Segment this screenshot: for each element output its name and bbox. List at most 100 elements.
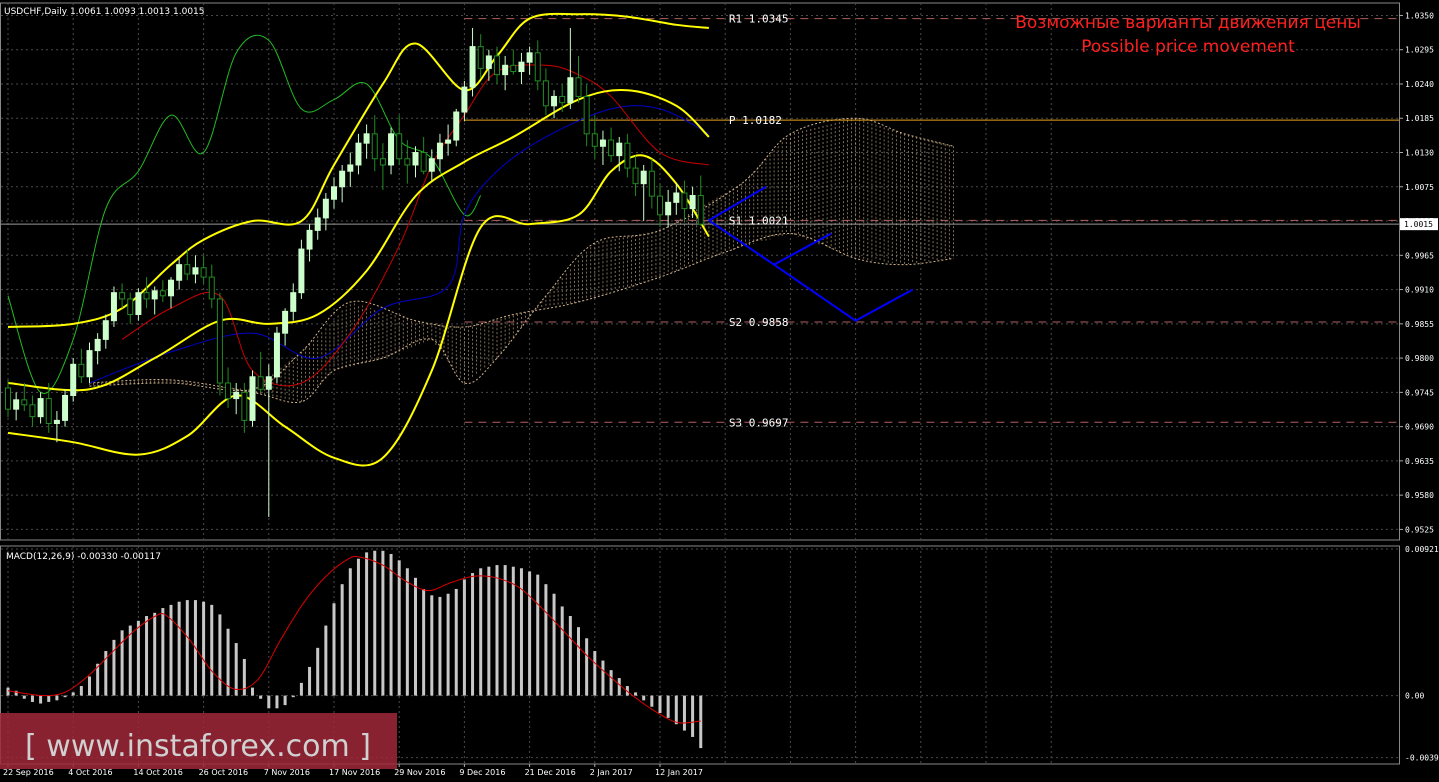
macd-histogram-bar (593, 651, 597, 696)
candle-body (559, 95, 566, 104)
macd-histogram-bar (356, 558, 360, 696)
macd-histogram-bar (128, 625, 132, 696)
macd-histogram-bar (202, 601, 206, 696)
candle-body (225, 382, 232, 400)
candle-body (371, 133, 378, 160)
candle-body (70, 363, 77, 396)
candle-body (339, 170, 346, 188)
macd-histogram-bar (609, 670, 613, 696)
macd-histogram-bar (552, 593, 556, 696)
candle-body (110, 292, 117, 322)
macd-histogram-bar (291, 695, 295, 698)
macd-histogram-bar (299, 682, 303, 696)
candle-body (216, 298, 223, 384)
candle-body (567, 77, 574, 104)
candle-body (168, 279, 174, 297)
macd-histogram-bar (259, 695, 263, 699)
macd-histogram-bar (691, 695, 695, 737)
date-tick-label: 29 Nov 2016 (394, 768, 445, 777)
candle-body (510, 64, 517, 73)
candle-body (200, 267, 207, 278)
macd-histogram-bar (365, 552, 369, 696)
macd-histogram-bar (536, 574, 540, 696)
price-tick-label: 0.9745 (1405, 388, 1434, 397)
candle-body (176, 264, 183, 281)
macd-histogram-bar (479, 568, 483, 696)
candle-body (436, 142, 443, 160)
candle-body (347, 164, 354, 172)
candle-body (290, 292, 297, 312)
date-tick-label: 26 Oct 2016 (199, 768, 248, 777)
macd-histogram-bar (218, 614, 222, 696)
candle-body (502, 64, 509, 76)
macd-histogram-bar (79, 686, 83, 696)
macd-histogram-bar (414, 577, 417, 696)
candle-body (461, 86, 468, 113)
macd-histogram-bar (438, 596, 442, 696)
candle-body (526, 52, 533, 63)
macd-histogram-bar (544, 584, 548, 696)
candle-body (192, 267, 199, 275)
candle-body (159, 290, 166, 297)
macd-histogram-bar (585, 638, 589, 696)
candle-body (469, 46, 476, 88)
current-price-label: 1.0015 (1404, 220, 1433, 229)
macd-histogram-bar (275, 695, 279, 709)
candle-body (363, 133, 370, 144)
macd-histogram-bar (528, 571, 532, 696)
candle-body (542, 80, 549, 107)
macd-histogram-bar (577, 627, 580, 696)
candle-body (485, 55, 492, 69)
macd-histogram-bar (55, 695, 59, 701)
price-tick-label: 1.0350 (1405, 11, 1434, 20)
price-tick-label: 1.0075 (1405, 183, 1434, 192)
macd-histogram-bar (560, 606, 564, 696)
price-tick-label: 1.0240 (1405, 80, 1434, 89)
candle-body (534, 52, 541, 82)
candle-body (518, 61, 525, 73)
symbol-header: USDCHF,Daily 1.0061 1.0093 1.0013 1.0015 (4, 7, 205, 17)
price-tick-label: 0.9800 (1405, 354, 1434, 363)
macd-histogram-bar (267, 695, 271, 709)
macd-histogram-bar (30, 695, 34, 702)
candle-body (143, 292, 150, 300)
candle-body (86, 350, 93, 378)
macd-tick-label: -0.0039 (1405, 754, 1439, 763)
date-tick-label: 9 Dec 2016 (459, 768, 505, 777)
candle-body (428, 158, 435, 172)
chart-canvas: R1 1.0345 P 1.0182 S1 1.0021 S2 0.9858 S3 0.… (0, 0, 1439, 782)
price-tick-label: 0.9635 (1405, 457, 1434, 466)
pivot-label-s3: S3 0.9697 (729, 416, 789, 429)
macd-histogram-bar (381, 550, 385, 696)
macd-histogram-bar (462, 579, 466, 696)
macd-histogram-bar (316, 647, 320, 696)
candle-body (697, 194, 704, 225)
date-tick-label: 4 Oct 2016 (68, 768, 112, 777)
candle-body (53, 419, 60, 425)
candle-body (689, 194, 696, 210)
candle-body (322, 198, 329, 219)
candle-body (420, 152, 427, 172)
candle-body (127, 298, 134, 315)
candle-body (445, 139, 452, 144)
macd-histogram-bar (161, 608, 165, 696)
candle-body (379, 158, 386, 166)
macd-histogram-bar (454, 588, 458, 696)
date-tick-label: 21 Dec 2016 (525, 768, 576, 777)
date-tick-label: 7 Nov 2016 (264, 768, 310, 777)
macd-histogram-bar (650, 695, 654, 707)
macd-histogram-bar (22, 695, 26, 699)
candle-body (665, 201, 672, 216)
macd-histogram-bar (642, 695, 646, 701)
candle-body (37, 398, 44, 418)
macd-histogram-bar (251, 687, 254, 696)
macd-histogram-bar (511, 566, 515, 696)
candle-body (21, 399, 28, 406)
macd-histogram-bar (699, 695, 703, 749)
macd-histogram-bar (153, 612, 157, 696)
candle-body (591, 133, 598, 147)
price-tick-label: 0.9965 (1405, 251, 1434, 260)
price-tick-label: 1.0295 (1405, 46, 1434, 55)
candle-body (404, 158, 411, 166)
candle-body (314, 217, 321, 231)
